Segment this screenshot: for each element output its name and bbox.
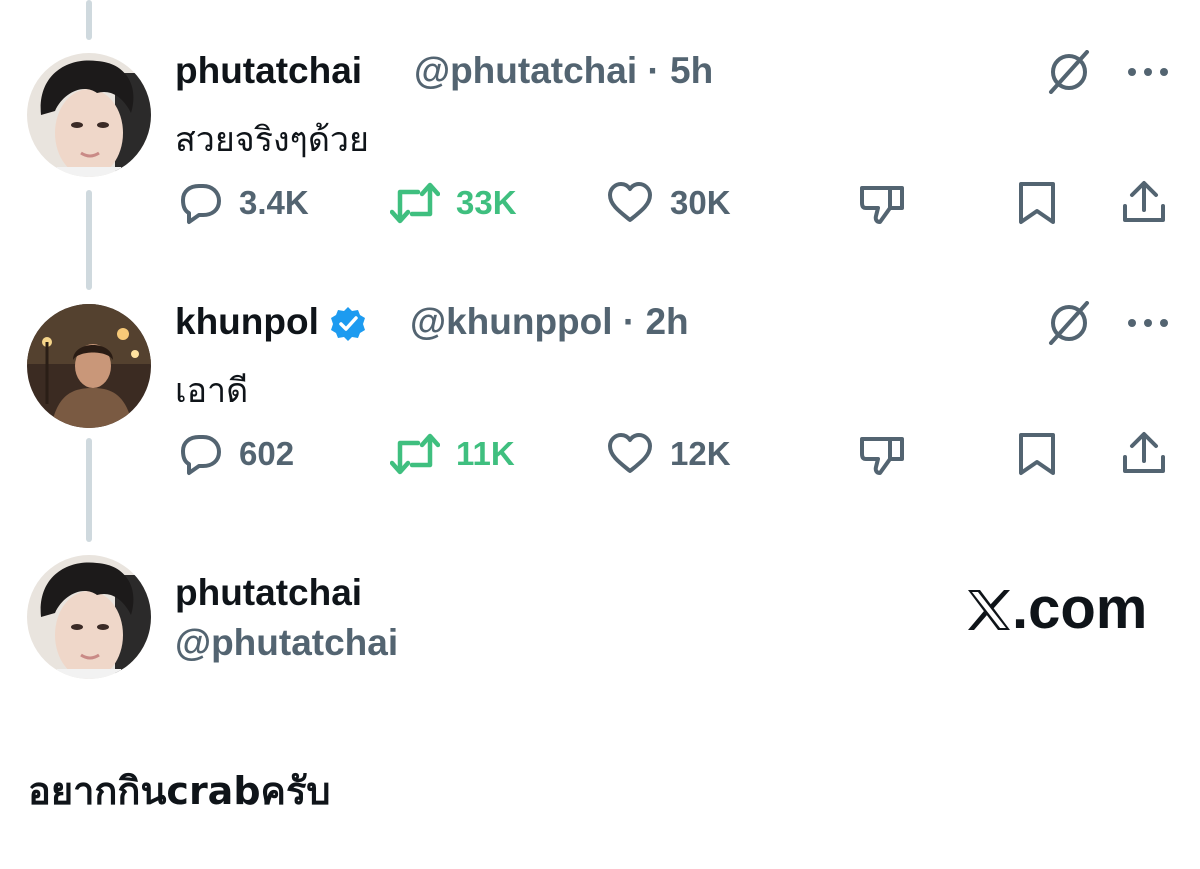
author-handle[interactable]: @phutatchai — [175, 622, 398, 664]
grok-icon[interactable] — [1047, 50, 1091, 94]
author-name[interactable]: khunpol — [175, 301, 319, 342]
reply-icon — [181, 435, 221, 475]
reply-button[interactable]: 3.4K — [177, 180, 309, 226]
timestamp[interactable]: 5h — [670, 50, 713, 91]
avatar[interactable] — [27, 304, 151, 428]
author-name[interactable]: phutatchai — [175, 572, 362, 614]
like-button[interactable]: 30K — [606, 180, 731, 226]
separator-dot: · — [647, 50, 660, 91]
main-tweet-text: อยากกินcrabครับ — [28, 769, 331, 813]
dislike-icon — [860, 186, 904, 224]
tweet-text: เอาดี — [175, 371, 249, 411]
repost-icon — [390, 182, 440, 224]
author-name-row[interactable]: khunpol — [175, 301, 379, 343]
grok-icon[interactable] — [1047, 301, 1091, 345]
author-handle[interactable]: @khunppol — [410, 301, 613, 342]
reply-count: 3.4K — [239, 184, 309, 221]
bookmark-button[interactable] — [1015, 431, 1059, 477]
avatar-image — [27, 304, 151, 428]
reply-count: 602 — [239, 435, 295, 472]
dislike-button[interactable] — [858, 180, 906, 226]
thread-line-top — [86, 0, 92, 40]
repost-count: 11K — [456, 435, 515, 472]
separator-dot: · — [622, 301, 636, 342]
author-handle[interactable]: @phutatchai — [414, 50, 637, 91]
more-icon[interactable] — [1126, 66, 1170, 78]
avatar[interactable] — [27, 555, 151, 679]
thread-line-2 — [86, 438, 92, 542]
reply-button[interactable]: 602 — [177, 431, 294, 477]
reply-icon — [181, 184, 221, 224]
dislike-icon — [860, 437, 904, 475]
repost-count: 33K — [456, 184, 517, 221]
like-button[interactable]: 12K — [606, 431, 731, 477]
author-name[interactable]: phutatchai — [175, 50, 362, 92]
avatar-image — [27, 555, 151, 679]
like-icon — [608, 433, 652, 473]
share-button[interactable] — [1120, 180, 1168, 226]
timestamp[interactable]: 2h — [645, 301, 688, 342]
bookmark-button[interactable] — [1015, 180, 1059, 226]
like-count: 30K — [670, 184, 731, 221]
share-button[interactable] — [1120, 431, 1168, 477]
like-count: 12K — [670, 435, 731, 472]
bookmark-icon — [1019, 182, 1055, 224]
author-handle-row[interactable]: @khunppol · 2h — [410, 301, 689, 343]
repost-button[interactable]: 33K — [390, 180, 517, 226]
avatar[interactable] — [27, 53, 151, 177]
dislike-button[interactable] — [858, 431, 906, 477]
author-handle-row[interactable]: @phutatchai · 5h — [414, 50, 713, 92]
repost-icon — [390, 433, 440, 475]
thread-line-1 — [86, 190, 92, 290]
share-icon — [1123, 432, 1165, 473]
brand-watermark: .com — [966, 575, 1147, 642]
x-logo-icon — [968, 590, 1010, 630]
repost-button[interactable]: 11K — [390, 431, 515, 477]
bookmark-icon — [1019, 433, 1055, 475]
share-icon — [1123, 181, 1165, 222]
verified-badge-icon — [330, 307, 365, 342]
avatar-image — [27, 53, 151, 177]
more-icon[interactable] — [1126, 317, 1170, 329]
tweet-text: สวยจริงๆด้วย — [175, 120, 369, 160]
brand-label: .com — [1012, 576, 1148, 641]
like-icon — [608, 182, 652, 222]
